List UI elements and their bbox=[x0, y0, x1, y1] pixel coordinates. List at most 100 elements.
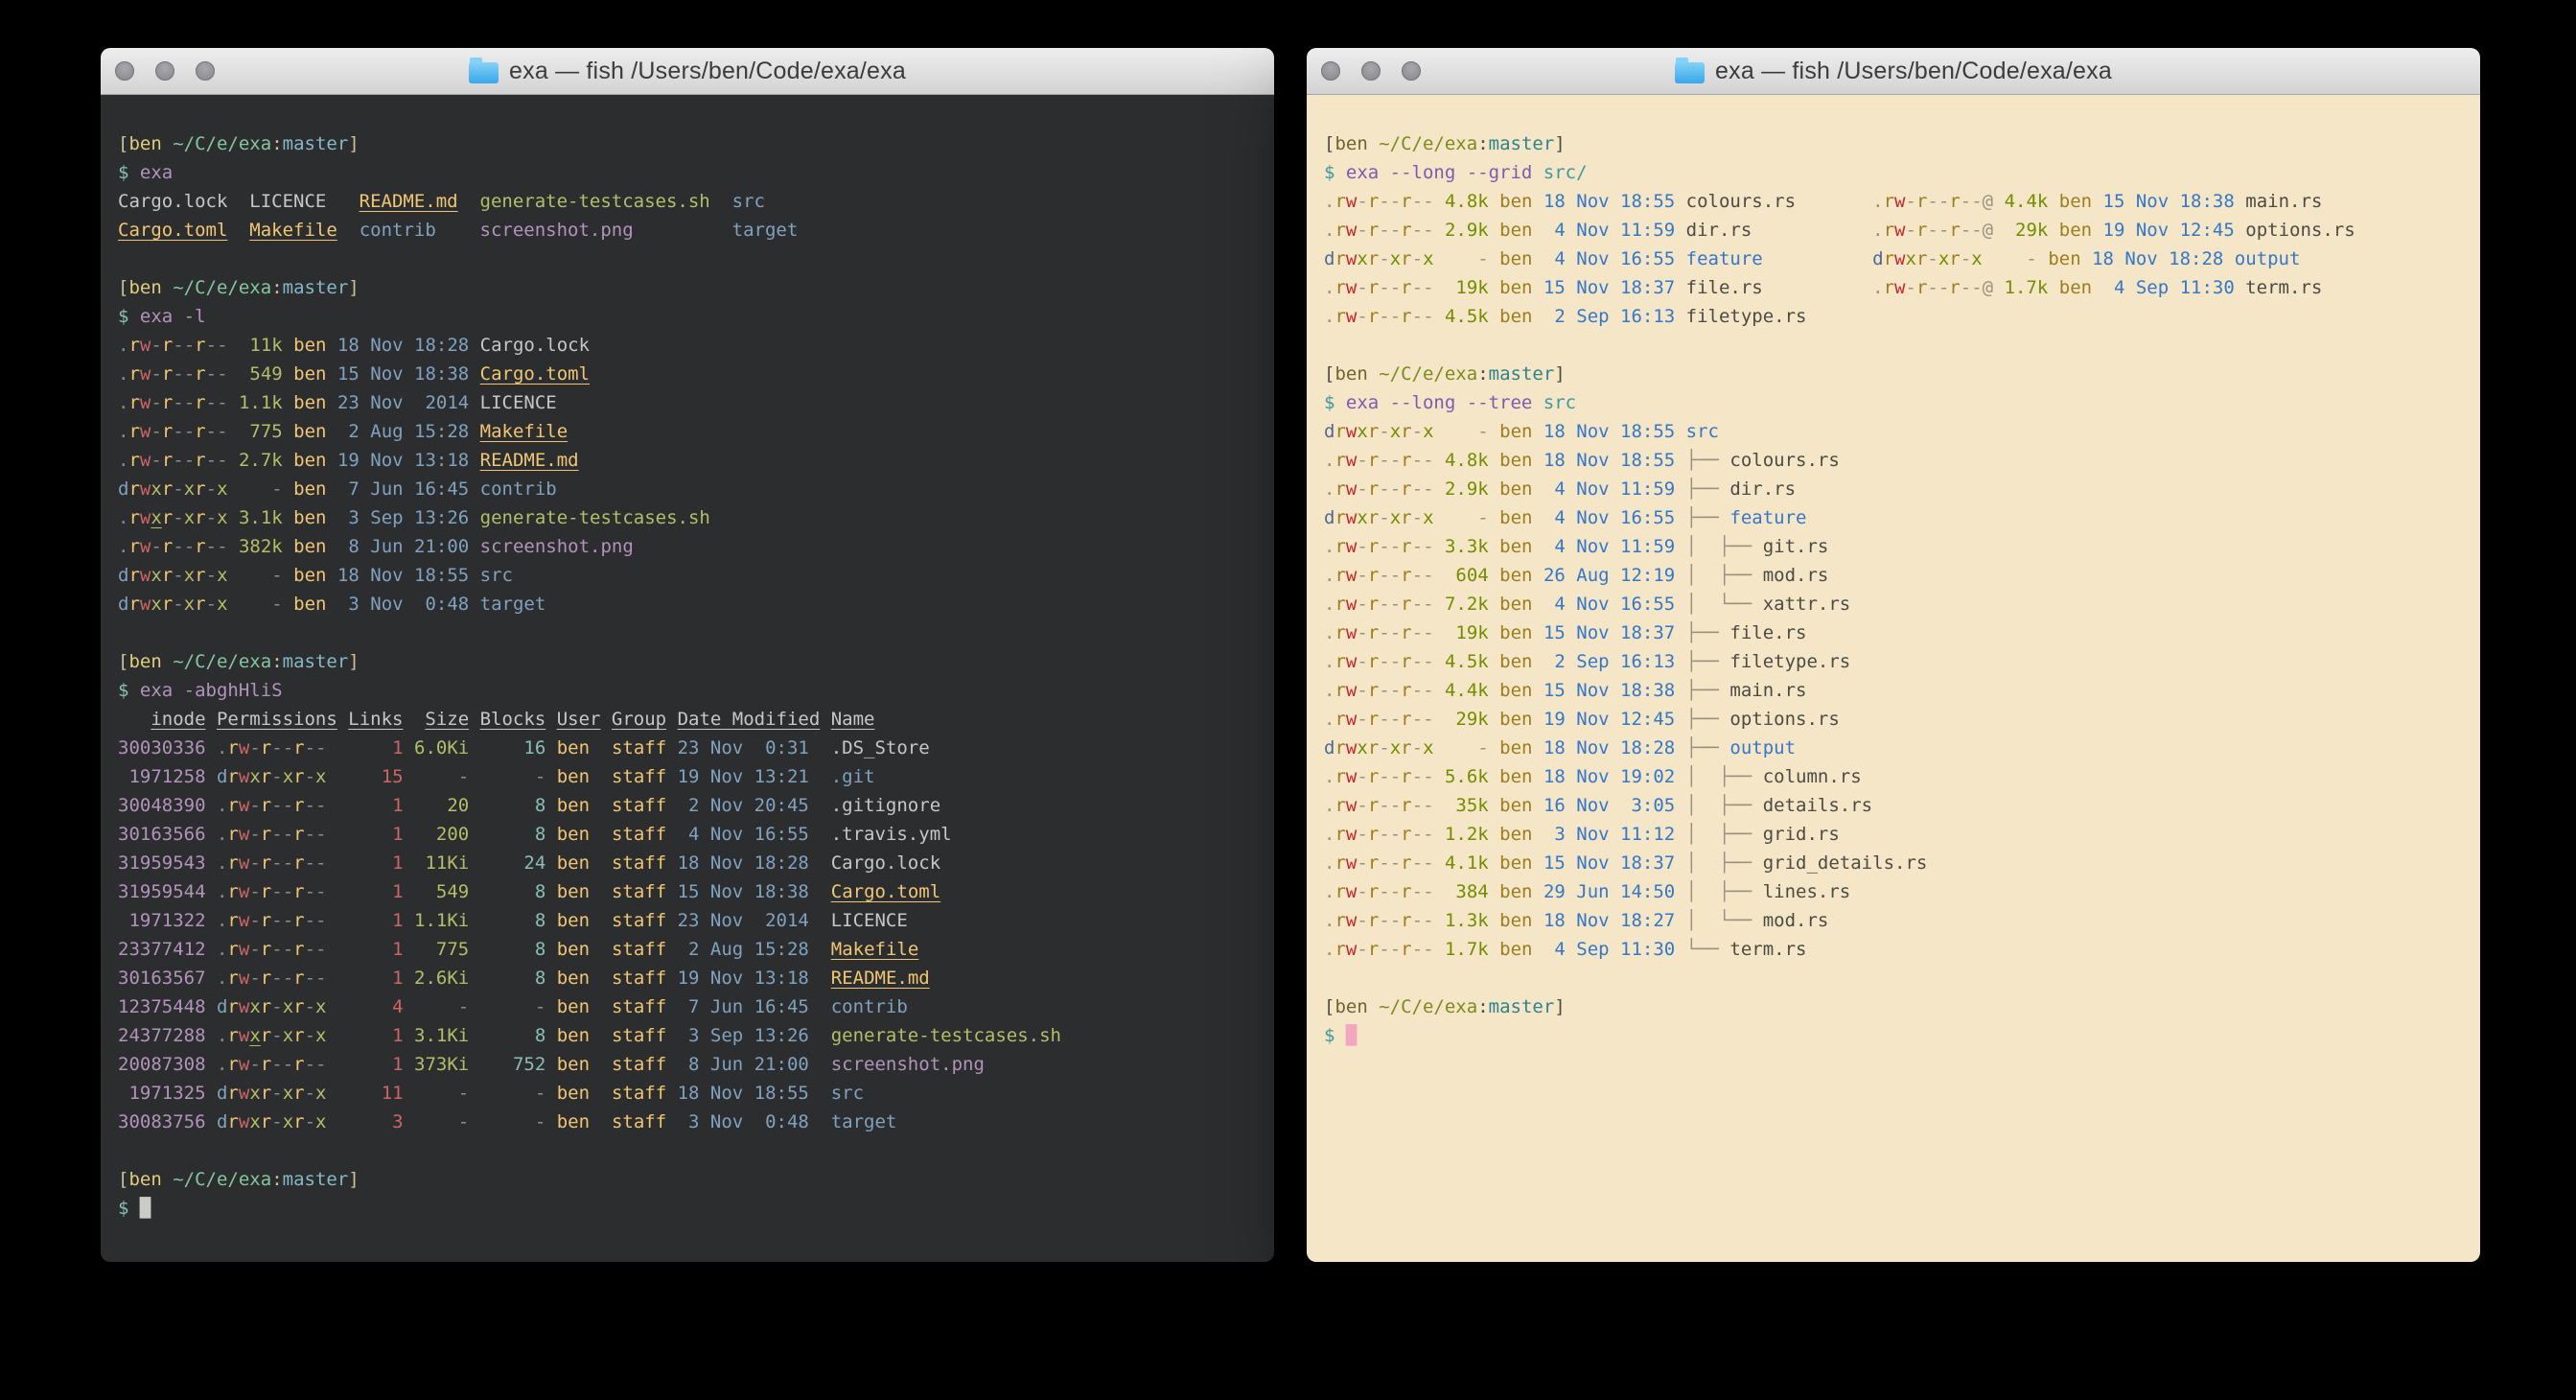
zoom-button[interactable] bbox=[1402, 61, 1421, 81]
terminal-text: 20 bbox=[404, 795, 470, 816]
permission-char: r bbox=[261, 795, 271, 816]
permission-char: r bbox=[293, 852, 304, 874]
terminal-text: contrib bbox=[809, 996, 908, 1017]
terminal-text: mod.rs bbox=[1763, 565, 1829, 586]
terminal-line: 1971325 drwxr-xr-x 11 - - ben staff 18 N… bbox=[118, 1079, 1257, 1108]
permission-char: - bbox=[1379, 737, 1389, 758]
terminal-output[interactable]: [ben ~/C/e/exa:master]$ exaCargo.lock LI… bbox=[101, 95, 1274, 1262]
permission-char: - bbox=[151, 450, 161, 471]
permission-char: r bbox=[1368, 248, 1379, 269]
window-titlebar[interactable]: exa — fish /Users/ben/Code/exa/exa bbox=[101, 48, 1274, 95]
terminal-text: 4.1k bbox=[1434, 852, 1489, 874]
terminal-text: master bbox=[1489, 996, 1555, 1017]
permission-char: r bbox=[1334, 852, 1345, 874]
permission-char: w bbox=[1346, 709, 1357, 730]
permission-char: . bbox=[217, 795, 227, 816]
permission-char: r bbox=[227, 910, 238, 931]
permission-char: . bbox=[1324, 306, 1334, 327]
permission-char: - bbox=[173, 363, 183, 385]
terminal-line: drwxr-xr-x - ben 18 Nov 18:55 src bbox=[1324, 417, 2463, 446]
permission-char: - bbox=[1390, 651, 1401, 672]
permission-char: - bbox=[206, 335, 217, 356]
permission-char: - bbox=[1423, 565, 1433, 586]
terminal-text: - bbox=[469, 1083, 545, 1104]
terminal-text: 1971258 bbox=[118, 766, 206, 787]
close-button[interactable] bbox=[1321, 61, 1340, 81]
permission-char: @ bbox=[1983, 220, 1993, 241]
permission-char: x bbox=[1423, 421, 1433, 442]
permission-char: - bbox=[1423, 852, 1433, 874]
terminal-text: src bbox=[1543, 392, 1576, 413]
permission-char: - bbox=[249, 910, 260, 931]
terminal-text bbox=[206, 737, 217, 758]
permission-char: x bbox=[1357, 507, 1367, 528]
permission-char: r bbox=[195, 363, 205, 385]
terminal-output[interactable]: [ben ~/C/e/exa:master]$ exa --long --gri… bbox=[1307, 95, 2480, 1262]
permission-char: r bbox=[1334, 737, 1345, 758]
permission-char: - bbox=[1423, 536, 1433, 557]
permission-char: r bbox=[162, 594, 173, 615]
terminal-line: 1971322 .rw-r--r-- 1 1.1Ki 8 ben staff 2… bbox=[118, 906, 1257, 935]
permission-char: - bbox=[206, 421, 217, 442]
terminal-text bbox=[820, 709, 830, 730]
permission-char: . bbox=[118, 363, 128, 385]
permission-char: . bbox=[1324, 220, 1334, 241]
permission-char: - bbox=[249, 881, 260, 902]
terminal-text: 29 Jun 14:50 bbox=[1533, 881, 1676, 902]
terminal-text: ├── bbox=[1675, 737, 1729, 758]
terminal-line: .rw-r--r-- 382k ben 8 Jun 21:00 screensh… bbox=[118, 532, 1257, 561]
permission-char: - bbox=[217, 392, 227, 413]
permission-char: r bbox=[293, 1054, 304, 1075]
permission-char: r bbox=[261, 1054, 271, 1075]
terminal-text bbox=[436, 220, 480, 241]
terminal-text: - bbox=[1434, 507, 1489, 528]
permission-char: . bbox=[217, 737, 227, 758]
permission-char: r bbox=[1401, 651, 1411, 672]
permission-char: w bbox=[1346, 536, 1357, 557]
permission-char: x bbox=[1390, 421, 1401, 442]
terminal-text: ben bbox=[283, 392, 327, 413]
terminal-text: 19k bbox=[1434, 622, 1489, 643]
zoom-button[interactable] bbox=[196, 61, 215, 81]
permission-char: - bbox=[1390, 766, 1401, 787]
terminal-text: ben bbox=[283, 507, 327, 528]
terminal-text: 4 Nov 11:59 bbox=[1533, 536, 1676, 557]
permission-char: r bbox=[261, 939, 271, 960]
minimize-button[interactable] bbox=[1361, 61, 1381, 81]
minimize-button[interactable] bbox=[155, 61, 174, 81]
permission-char: - bbox=[1379, 651, 1389, 672]
terminal-text bbox=[206, 766, 217, 787]
permission-char: r bbox=[1334, 565, 1345, 586]
terminal-text: 8 bbox=[469, 881, 545, 902]
terminal-text: ] bbox=[348, 651, 359, 672]
permission-char: r bbox=[162, 392, 173, 413]
close-button[interactable] bbox=[115, 61, 134, 81]
permission-char: . bbox=[1324, 795, 1334, 816]
permission-char: r bbox=[1368, 450, 1379, 471]
permission-char: . bbox=[1324, 536, 1334, 557]
terminal-text: screenshot.png bbox=[809, 1054, 985, 1075]
terminal-text bbox=[118, 709, 151, 730]
permission-char: - bbox=[1423, 277, 1433, 298]
permission-char: - bbox=[271, 766, 282, 787]
permission-char: x bbox=[1390, 507, 1401, 528]
permission-char: w bbox=[1346, 824, 1357, 845]
terminal-line: [ben ~/C/e/exa:master] bbox=[1324, 360, 2463, 388]
terminal-text: 18 Nov 18:55 bbox=[666, 1083, 809, 1104]
window-titlebar[interactable]: exa — fish /Users/ben/Code/exa/exa bbox=[1307, 48, 2480, 95]
terminal-text: exa bbox=[140, 162, 173, 183]
permission-char: r bbox=[1949, 191, 1960, 212]
terminal-line: .rw-r--r-- 775 ben 2 Aug 15:28 Makefile bbox=[118, 417, 1257, 446]
permission-char: - bbox=[1423, 680, 1433, 701]
permission-char: r bbox=[1368, 795, 1379, 816]
terminal-text: ben bbox=[1489, 824, 1533, 845]
terminal-text: 15 Nov 18:37 bbox=[1533, 852, 1676, 874]
terminal-text: 18 Nov 18:28 bbox=[327, 335, 470, 356]
permission-char: w bbox=[1894, 191, 1905, 212]
terminal-text: 23 Nov 2014 bbox=[327, 392, 470, 413]
terminal-text: ben bbox=[1489, 622, 1533, 643]
permission-char: r bbox=[227, 1111, 238, 1132]
permission-char: r bbox=[1368, 737, 1379, 758]
terminal-text: │ ├── bbox=[1675, 766, 1763, 787]
permission-char: r bbox=[128, 335, 139, 356]
